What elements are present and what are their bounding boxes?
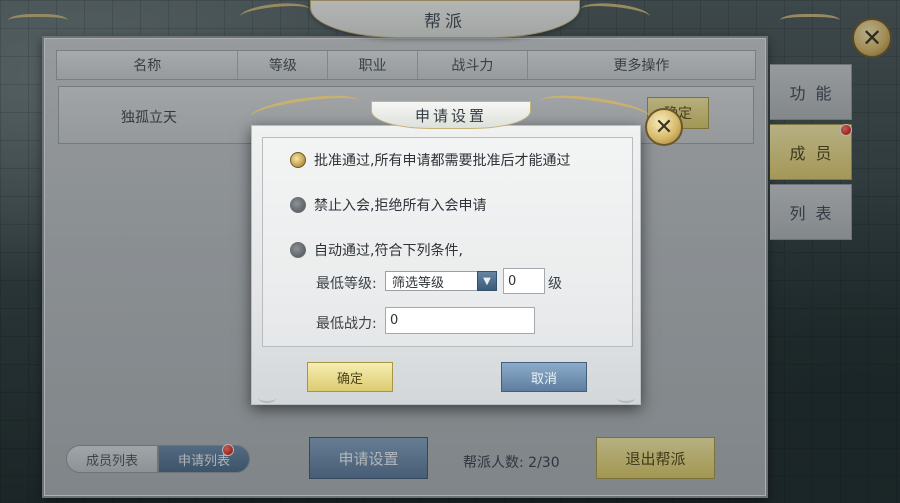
option-approve-label: 批准通过,所有申请都需要批准后才能通过 [314, 153, 571, 169]
dialog-close-icon[interactable]: ✕ [645, 108, 683, 146]
option-auto[interactable]: 自动通过,符合下列条件, [290, 240, 463, 260]
dialog-title: 申请设置 [371, 101, 531, 129]
radio-checked-icon[interactable] [290, 152, 306, 168]
chevron-down-icon[interactable]: ▼ [477, 271, 497, 291]
radio-icon[interactable] [290, 242, 306, 258]
option-approve[interactable]: 批准通过,所有申请都需要批准后才能通过 [290, 150, 570, 170]
radio-icon[interactable] [290, 197, 306, 213]
dialog-corner-ornament [617, 393, 635, 403]
dialog-corner-ornament [258, 393, 276, 403]
option-block-label: 禁止入会,拒绝所有入会申请 [314, 198, 487, 214]
min-level-input[interactable]: 0 [503, 268, 545, 294]
min-power-label: 最低战力: [316, 316, 377, 332]
level-unit: 级 [548, 276, 562, 292]
option-auto-label: 自动通过,符合下列条件, [314, 243, 463, 259]
min-level-label: 最低等级: [316, 276, 377, 292]
confirm-button[interactable]: 确定 [307, 362, 393, 392]
min-power-input[interactable]: 0 [385, 307, 535, 334]
option-block[interactable]: 禁止入会,拒绝所有入会申请 [290, 195, 486, 215]
cancel-button[interactable]: 取消 [501, 362, 587, 392]
